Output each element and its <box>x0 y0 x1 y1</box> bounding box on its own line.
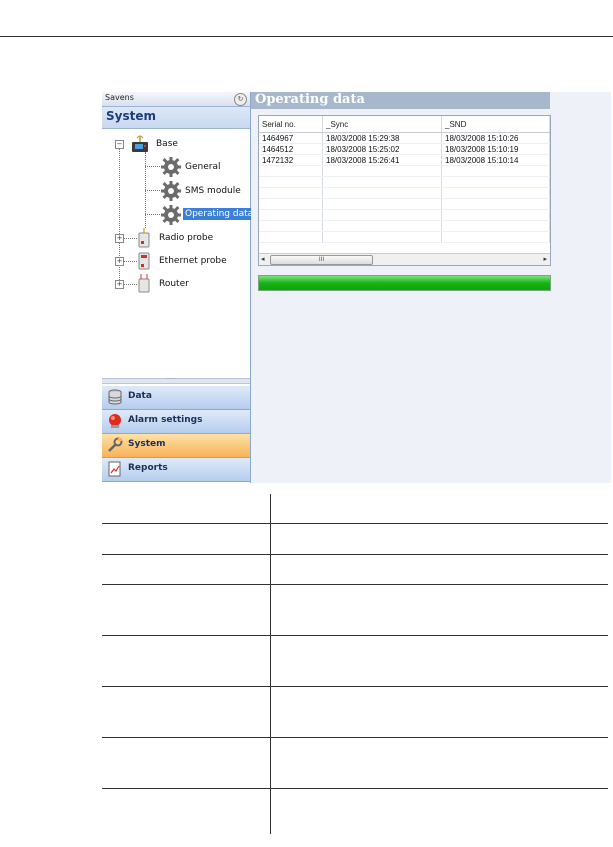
column-header-serial[interactable]: Serial no. <box>259 116 323 133</box>
database-icon <box>107 389 123 405</box>
document-table-row <box>102 687 608 738</box>
cell-snd: 18/03/2008 15:10:26 <box>441 132 550 144</box>
operating-data-grid[interactable]: Serial no. _Sync _SND 1464967 18/03/2008… <box>258 115 551 266</box>
nav-button-reports[interactable]: Reports <box>102 458 250 482</box>
nav-button-label: Alarm settings <box>128 415 203 425</box>
document-table-row <box>102 524 608 555</box>
alarm-icon <box>107 413 123 429</box>
progress-fill <box>259 276 550 290</box>
table-row[interactable]: 1464967 18/03/2008 15:29:38 18/03/2008 1… <box>259 132 550 144</box>
nav-button-label: System <box>128 439 166 449</box>
cell-snd: 18/03/2008 15:10:19 <box>441 143 550 155</box>
empty-row <box>259 209 550 221</box>
sync-progress-bar <box>258 275 551 291</box>
gear-icon <box>160 156 182 182</box>
nav-button-system[interactable]: System <box>102 434 250 458</box>
navigation-pane-header: Savens ↻ <box>102 92 250 107</box>
refresh-icon[interactable]: ↻ <box>234 93 247 106</box>
expand-router-toggle[interactable]: + <box>115 280 124 289</box>
document-table <box>102 494 608 837</box>
tree-node-base[interactable]: Base <box>156 139 178 149</box>
cell-serial: 1472132 <box>259 154 323 166</box>
document-table-row <box>102 636 608 687</box>
empty-row <box>259 187 550 199</box>
navigation-pane: Savens ↻ System − Base General SMS modul… <box>102 92 256 483</box>
section-title-bar: System <box>102 107 250 129</box>
horizontal-scrollbar[interactable]: ◂ III ▸ <box>259 253 550 265</box>
expand-ethernet-probe-toggle[interactable]: + <box>115 257 124 266</box>
document-table-column-divider <box>270 494 271 834</box>
tree-node-router[interactable]: Router <box>159 279 189 289</box>
document-table-row <box>102 555 608 585</box>
application-window: Savens ↻ System − Base General SMS modul… <box>102 92 611 483</box>
ethernet-probe-icon <box>137 251 151 275</box>
content-header: Operating data <box>251 92 550 109</box>
gear-icon <box>160 180 182 206</box>
pane-splitter[interactable]: ····· <box>102 376 250 384</box>
cell-serial: 1464512 <box>259 143 323 155</box>
expand-radio-probe-toggle[interactable]: + <box>115 234 124 243</box>
wrench-icon <box>107 437 123 453</box>
empty-row <box>259 231 550 243</box>
tree-node-radio-probe[interactable]: Radio probe <box>159 233 213 243</box>
column-header-sync[interactable]: _Sync <box>322 116 442 133</box>
empty-row <box>259 176 550 188</box>
cell-sync: 18/03/2008 15:26:41 <box>322 154 442 166</box>
tree-node-sms-module[interactable]: SMS module <box>185 186 241 196</box>
empty-row <box>259 220 550 232</box>
gear-icon <box>160 204 182 230</box>
collapse-base-toggle[interactable]: − <box>115 140 124 149</box>
empty-row <box>259 198 550 210</box>
cell-snd: 18/03/2008 15:10:14 <box>441 154 550 166</box>
column-header-snd[interactable]: _SND <box>441 116 550 133</box>
document-table-row <box>102 738 608 789</box>
document-table-row <box>102 585 608 636</box>
table-row[interactable]: 1464512 18/03/2008 15:25:02 18/03/2008 1… <box>259 143 550 155</box>
table-row[interactable]: 1472132 18/03/2008 15:26:41 18/03/2008 1… <box>259 154 550 166</box>
router-icon <box>137 273 151 297</box>
document-table-row <box>102 494 608 524</box>
section-title: System <box>106 109 156 123</box>
radio-probe-icon <box>137 228 151 252</box>
data-table: Serial no. _Sync _SND 1464967 18/03/2008… <box>259 116 550 243</box>
scroll-right-icon[interactable]: ▸ <box>543 255 547 263</box>
nav-button-alarm-settings[interactable]: Alarm settings <box>102 410 250 434</box>
tree-node-ethernet-probe[interactable]: Ethernet probe <box>159 256 227 266</box>
scroll-left-icon[interactable]: ◂ <box>261 255 265 263</box>
cell-sync: 18/03/2008 15:25:02 <box>322 143 442 155</box>
cell-serial: 1464967 <box>259 132 323 144</box>
content-pane: Operating data Serial no. _Sync _SND 146… <box>251 92 611 483</box>
scroll-thumb[interactable]: III <box>270 255 373 265</box>
document-table-row <box>102 789 608 837</box>
nav-button-label: Reports <box>128 463 168 473</box>
report-icon <box>107 461 123 477</box>
page-top-rule <box>0 36 613 37</box>
cell-sync: 18/03/2008 15:29:38 <box>322 132 442 144</box>
tree-node-general[interactable]: General <box>185 162 220 172</box>
empty-row <box>259 165 550 177</box>
system-tree: − Base General SMS module Operating data… <box>102 130 256 376</box>
content-title: Operating data <box>255 92 365 107</box>
base-station-icon <box>130 134 150 158</box>
tree-node-operating-data[interactable]: Operating data <box>183 208 256 220</box>
navigation-pane-title: Savens <box>105 93 134 102</box>
nav-button-label: Data <box>128 391 152 401</box>
nav-button-data[interactable]: Data <box>102 386 250 410</box>
